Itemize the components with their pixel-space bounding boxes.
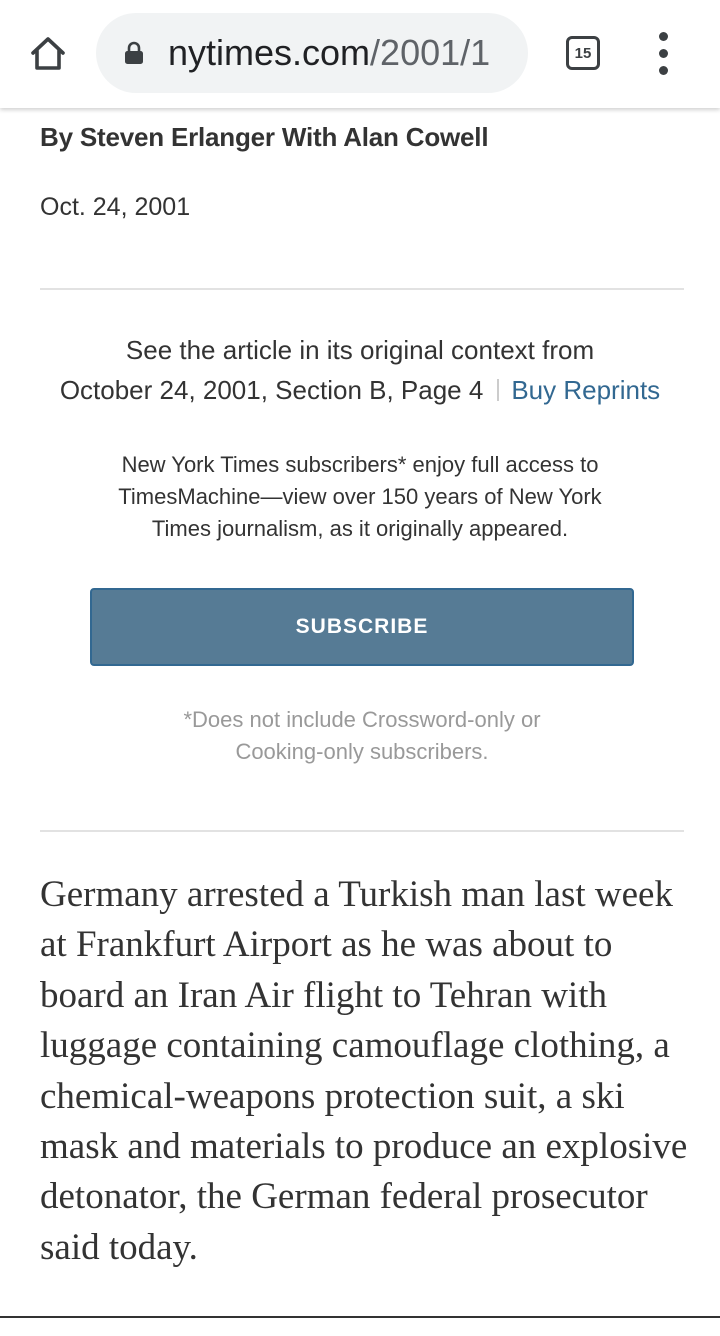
context-line-2: October 24, 2001, Section B, Page 4 Buy R… [20,370,700,410]
context-line-1: See the article in its original context … [125,335,595,365]
divider [40,288,684,290]
bottom-edge-line [0,1316,720,1318]
timesmachine-note: New York Times subscribers* enjoy full a… [118,452,602,541]
subscribe-button[interactable]: SUBSCRIBE [90,588,634,666]
article-date: Oct. 24, 2001 [40,193,191,221]
tab-switcher-button[interactable]: 15 [562,34,604,72]
url-path: /2001/1 [370,32,491,73]
article-paragraph: Germany arrested a Turkish man last week… [40,874,688,1268]
buy-reprints-link[interactable]: Buy Reprints [511,375,660,405]
lock-icon [125,41,143,64]
url-bar[interactable]: nytimes.com/2001/1 [96,13,528,93]
url-domain: nytimes.com [168,32,371,73]
section-page-info: October 24, 2001, Section B, Page 4 [59,375,484,405]
more-vert-icon[interactable] [648,30,680,78]
tab-switcher-icon: 15 [566,36,600,70]
article-byline: By Steven Erlanger With Alan Cowell [40,122,489,152]
home-button[interactable] [22,28,74,80]
home-icon [31,37,65,70]
url-text: nytimes.com/2001/1 [168,31,490,75]
browser-toolbar: nytimes.com/2001/1 15 [0,0,720,108]
original-context-block: See the article in its original context … [20,330,700,410]
subscription-disclaimer: *Does not include Crossword-only or Cook… [183,707,541,764]
divider [40,830,684,832]
separator [497,379,500,401]
tab-count: 15 [574,44,592,62]
